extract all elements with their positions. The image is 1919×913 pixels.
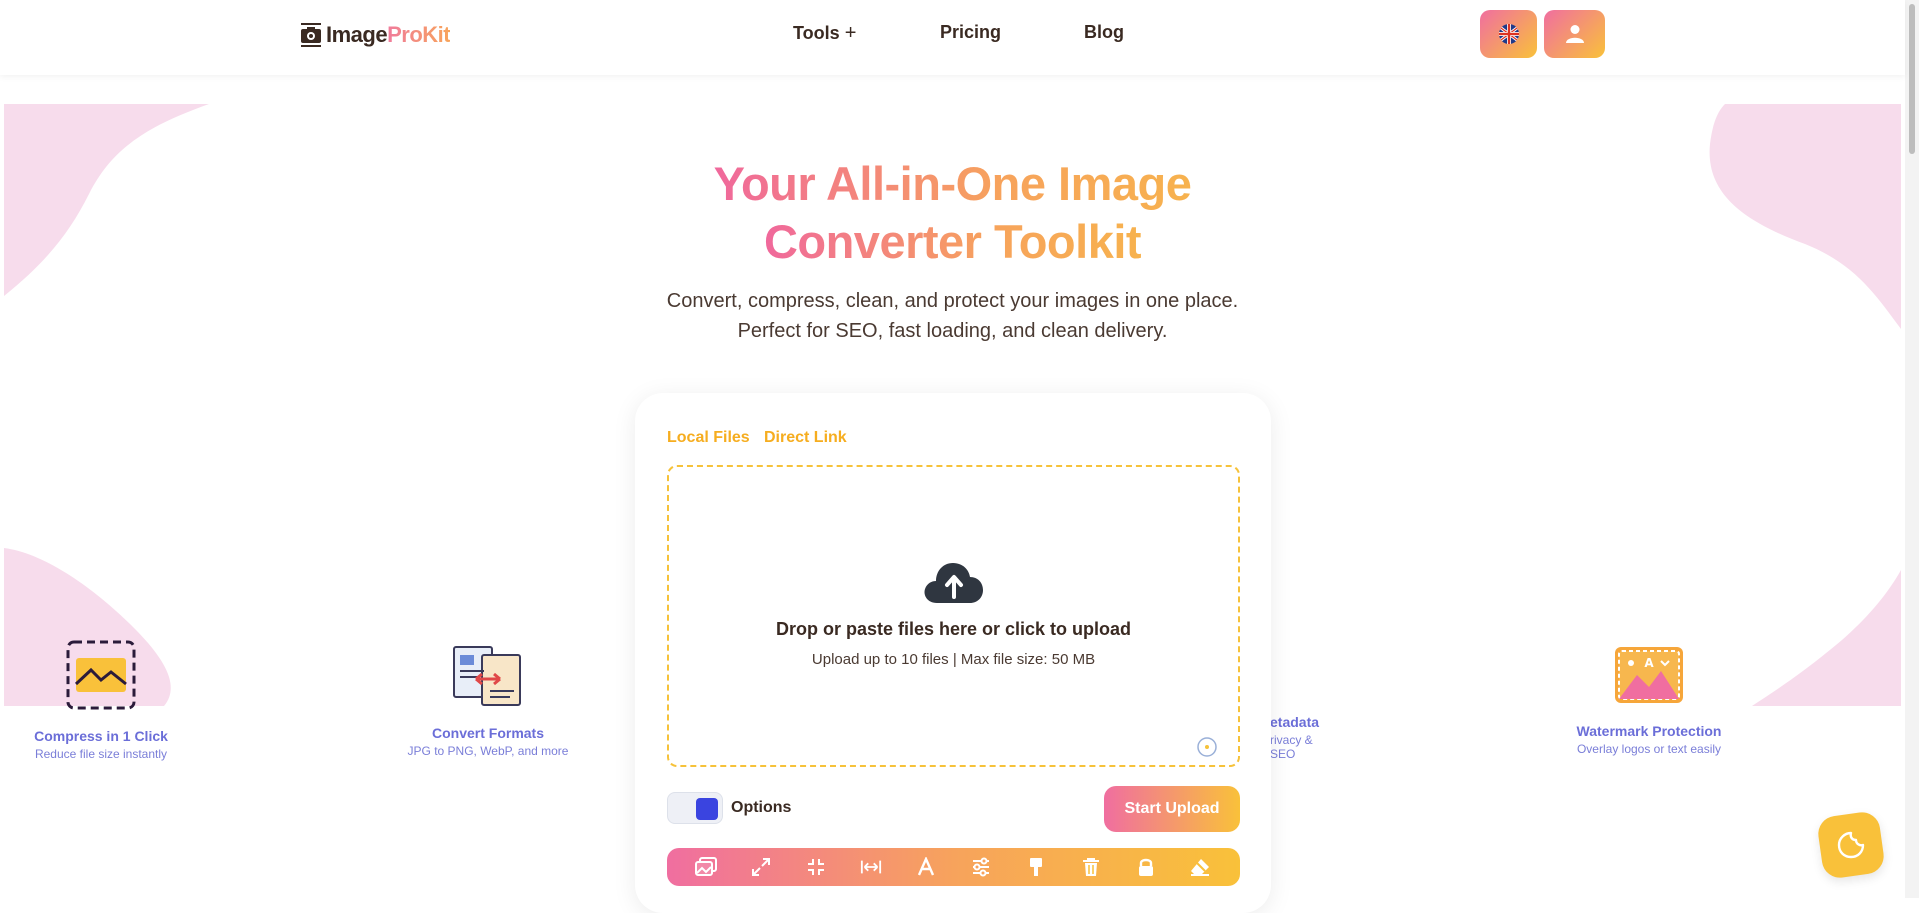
feature-convert: Convert Formats JPG to PNG, WebP, and mo…	[368, 645, 608, 758]
logo[interactable]: ImageProKit	[300, 20, 451, 50]
feature-metadata-desc: rivacy & SEO	[1270, 733, 1313, 761]
cookie-settings-button[interactable]	[1815, 809, 1887, 881]
start-upload-button[interactable]: Start Upload	[1104, 786, 1240, 832]
lock-icon[interactable]	[1135, 856, 1157, 878]
dropzone-title: Drop or paste files here or click to upl…	[775, 619, 1132, 639]
compress-image-icon	[66, 640, 136, 710]
feature-watermark-desc: Overlay logos or text easily	[1576, 742, 1722, 756]
plus-icon: +	[844, 22, 857, 44]
sliders-icon[interactable]	[970, 856, 992, 878]
uk-flag-icon	[1498, 24, 1519, 44]
info-dot-icon	[1197, 737, 1217, 757]
brush-icon[interactable]	[1025, 856, 1047, 878]
upload-card: Local Files Direct Link Drop or paste fi…	[635, 393, 1271, 913]
options-label: Options	[731, 799, 792, 816]
convert-documents-icon	[453, 646, 521, 706]
dropzone-hint: Upload up to 10 files | Max file size: 5…	[811, 651, 1096, 668]
feature-watermark: A Watermark Protection Overlay logos or …	[1529, 645, 1769, 756]
logo-text-prokit: ProKit	[387, 22, 451, 47]
nav-tools[interactable]: Tools +	[793, 22, 856, 45]
eraser-icon[interactable]	[1189, 856, 1211, 878]
upload-dropzone[interactable]: Drop or paste files here or click to upl…	[667, 465, 1240, 767]
images-icon[interactable]	[695, 856, 718, 878]
hero-sub-line1: Convert, compress, clean, and protect yo…	[666, 290, 1239, 312]
feature-convert-desc: JPG to PNG, WebP, and more	[407, 744, 569, 758]
start-upload-label: Start Upload	[1124, 800, 1220, 817]
tab-local-files[interactable]: Local Files	[667, 429, 750, 447]
feature-compress-desc: Reduce file size instantly	[34, 747, 168, 761]
feature-convert-title: Convert Formats	[431, 725, 545, 741]
top-navbar: ImageProKit Tools + Pricing Blog	[0, 0, 1905, 75]
hero-title-line1: Your All-in-One Image	[713, 157, 1192, 210]
hero-title: Your All-in-One Image Converter Toolkit	[0, 155, 1905, 271]
compress-icon[interactable]	[805, 856, 827, 878]
language-button[interactable]	[1480, 10, 1537, 58]
user-account-button[interactable]	[1544, 10, 1605, 58]
user-icon	[1565, 25, 1584, 43]
nav-pricing[interactable]: Pricing	[940, 22, 1001, 43]
options-toggle-knob	[696, 798, 718, 820]
feature-metadata-title: etadata	[1270, 714, 1320, 730]
cloud-upload-icon	[924, 563, 983, 603]
hero-title-line2: Converter Toolkit	[763, 215, 1142, 268]
logo-text-image: Image	[326, 22, 388, 47]
camera-icon	[301, 23, 321, 47]
tab-direct-link[interactable]: Direct Link	[764, 429, 847, 447]
feature-watermark-title: Watermark Protection	[1576, 723, 1722, 739]
nav-tools-label: Tools	[793, 23, 840, 43]
expand-icon[interactable]	[750, 856, 772, 878]
bottom-right-blob	[1752, 570, 1901, 706]
resize-width-icon[interactable]	[860, 856, 882, 878]
hero-subtitle: Convert, compress, clean, and protect yo…	[0, 286, 1905, 346]
feature-compress-title: Compress in 1 Click	[34, 728, 168, 744]
hero-sub-line2: Perfect for SEO, fast loading, and clean…	[737, 320, 1168, 342]
scrollbar-thumb[interactable]	[1909, 4, 1915, 154]
svg-text:A: A	[1644, 656, 1654, 670]
watermark-image-icon: A	[1615, 647, 1683, 703]
feature-compress: Compress in 1 Click Reduce file size ins…	[0, 640, 221, 761]
cookie-icon	[1837, 831, 1865, 859]
page-scrollbar[interactable]	[1905, 0, 1919, 898]
text-icon[interactable]	[915, 856, 937, 878]
trash-icon[interactable]	[1080, 856, 1102, 878]
options-toggle[interactable]	[667, 792, 723, 824]
nav-blog[interactable]: Blog	[1084, 22, 1124, 43]
tools-toolbar	[667, 848, 1240, 886]
